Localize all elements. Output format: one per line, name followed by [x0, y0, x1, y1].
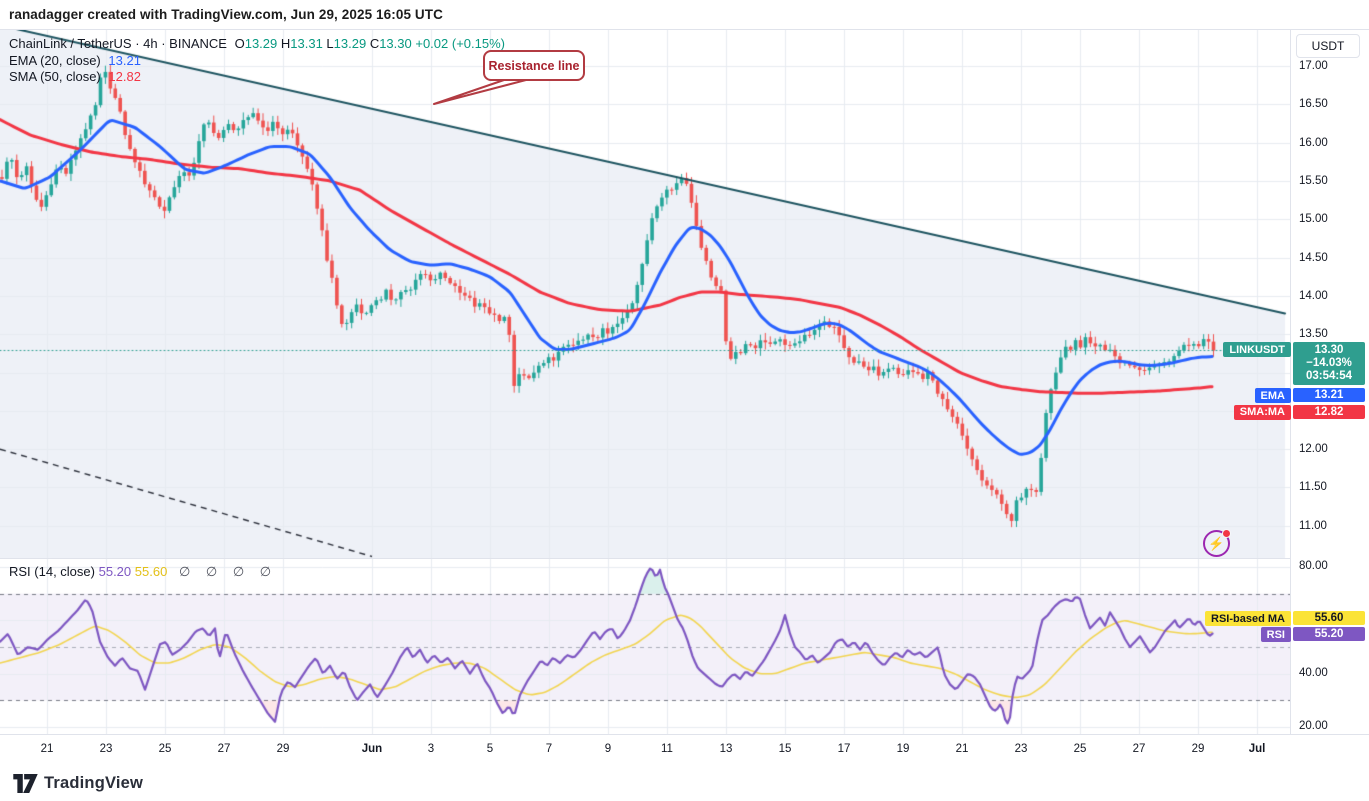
- symbol-badge-label: LINKUSDT: [1223, 342, 1291, 357]
- rsi-ma-badge-label: RSI-based MA: [1205, 611, 1291, 626]
- time-tick-label: 23: [84, 743, 128, 755]
- rsi-legend-row[interactable]: RSI (14, close) 55.20 55.60 ∅ ∅ ∅ ∅: [9, 564, 277, 580]
- time-tick-label: 9: [586, 743, 630, 755]
- time-tick-label: 13: [704, 743, 748, 755]
- ohlc-values: O13.29 H13.31 L13.29 C13.30: [235, 36, 416, 51]
- rsi-legend-value: 55.20: [99, 564, 132, 579]
- time-tick-label: 3: [409, 743, 453, 755]
- time-tick-label: 7: [527, 743, 571, 755]
- time-tick-label: 27: [1117, 743, 1161, 755]
- time-tick-label: 15: [763, 743, 807, 755]
- time-tick-label: 21: [940, 743, 984, 755]
- price-tick-label: 16.50: [1299, 98, 1328, 110]
- rsi-ma-badge-row: RSI-based MA 55.60: [1205, 611, 1365, 626]
- sma-badge-label: SMA:MA: [1234, 405, 1291, 420]
- resistance-callout[interactable]: Resistance line: [400, 40, 610, 140]
- ohlc-key: C: [370, 36, 379, 51]
- price-tick-label: 15.00: [1299, 213, 1328, 225]
- time-tick-label: 25: [143, 743, 187, 755]
- ohlc-value: 13.31: [290, 36, 326, 51]
- footer: TradingView: [0, 765, 1369, 801]
- rsi-badge-row: RSI 55.20: [1261, 627, 1365, 642]
- resistance-label-text: Resistance line: [488, 59, 579, 73]
- ema-badge-value: 13.21: [1293, 388, 1365, 402]
- last-price: 13.30: [1315, 344, 1344, 356]
- time-tick-label: 21: [25, 743, 69, 755]
- tradingview-wordmark[interactable]: TradingView: [44, 774, 143, 793]
- bar-countdown: 03:54:54: [1306, 370, 1352, 382]
- ohlc-value: 13.29: [245, 36, 281, 51]
- price-tick-label: 14.50: [1299, 252, 1328, 264]
- symbol-price-badge-row: LINKUSDT 13.30 −14.03% 03:54:54: [1223, 342, 1365, 385]
- sma-badge-row: SMA:MA 12.82: [1234, 405, 1365, 420]
- price-tick-label: 15.50: [1299, 175, 1328, 187]
- time-tick-label: 27: [202, 743, 246, 755]
- rsi-ma-badge-value: 55.60: [1293, 611, 1365, 625]
- rsi-legend-label: RSI (14, close): [9, 564, 95, 579]
- time-tick-label: 17: [822, 743, 866, 755]
- time-tick-label: 25: [1058, 743, 1102, 755]
- attribution-text: ranadagger created with TradingView.com,…: [9, 7, 443, 22]
- lightning-bolt-icon: ⚡: [1208, 536, 1224, 552]
- rsi-ma-legend-value: 55.60: [135, 564, 168, 579]
- time-tick-label: 29: [261, 743, 305, 755]
- price-tick-label: 11.00: [1299, 520, 1327, 532]
- sma-legend-value: 12.82: [108, 69, 141, 84]
- rsi-tick-label: 80.00: [1299, 560, 1328, 572]
- time-axis[interactable]: 21 23 25 27 29 Jun 3 5 7 9 11 13 15 17 19 21 23 25 27 29 Jul: [0, 734, 1369, 766]
- session-change: −14.03%: [1306, 357, 1352, 369]
- time-tick-label: 11: [645, 743, 689, 755]
- time-tick-label: Jul: [1235, 743, 1279, 755]
- tradingview-logo-icon[interactable]: [13, 774, 38, 793]
- callout-tail: [434, 80, 526, 104]
- rsi-pane-canvas[interactable]: [0, 558, 1290, 734]
- time-tick-label: 23: [999, 743, 1043, 755]
- ema-badge-label: EMA: [1255, 388, 1291, 403]
- symbol-title: ChainLink / TetherUS · 4h · BINANCE: [9, 36, 227, 51]
- time-tick-label: 29: [1176, 743, 1220, 755]
- rsi-tick-label: 40.00: [1299, 667, 1328, 679]
- time-tick-label: 19: [881, 743, 925, 755]
- price-tick-label: 13.50: [1299, 328, 1328, 340]
- ema-legend-value: 13.21: [108, 53, 141, 68]
- price-pane-canvas[interactable]: [0, 30, 1290, 558]
- price-tick-label: 12.00: [1299, 443, 1328, 455]
- price-tick-label: 11.50: [1299, 481, 1327, 493]
- rsi-badge-value: 55.20: [1293, 627, 1365, 641]
- currency-toggle-button[interactable]: USDT: [1296, 34, 1360, 58]
- ohlc-value: 13.29: [334, 36, 370, 51]
- rsi-badge-label: RSI: [1261, 627, 1291, 642]
- symbol-badge-values: 13.30 −14.03% 03:54:54: [1293, 342, 1365, 385]
- price-tick-label: 16.00: [1299, 137, 1328, 149]
- ohlc-key: H: [281, 36, 290, 51]
- price-tick-label: 17.00: [1299, 60, 1328, 72]
- time-tick-label: Jun: [350, 743, 394, 755]
- sma-badge-value: 12.82: [1293, 405, 1365, 419]
- ohlc-key: O: [235, 36, 245, 51]
- notification-dot: [1222, 529, 1231, 538]
- rsi-null-params: ∅ ∅ ∅ ∅: [179, 564, 277, 579]
- ema-badge-row: EMA 13.21: [1255, 388, 1365, 403]
- tradingview-screenshot: ranadagger created with TradingView.com,…: [0, 0, 1369, 801]
- time-tick-label: 5: [468, 743, 512, 755]
- sma-legend-label: SMA (50, close): [9, 69, 101, 84]
- price-tick-label: 14.00: [1299, 290, 1328, 302]
- chart-widget: ChainLink / TetherUS · 4h · BINANCE O13.…: [0, 29, 1369, 765]
- ema-legend-label: EMA (20, close): [9, 53, 101, 68]
- rsi-tick-label: 20.00: [1299, 720, 1328, 732]
- ohlc-key: L: [326, 36, 333, 51]
- flash-reactions-icon[interactable]: ⚡: [1203, 530, 1230, 557]
